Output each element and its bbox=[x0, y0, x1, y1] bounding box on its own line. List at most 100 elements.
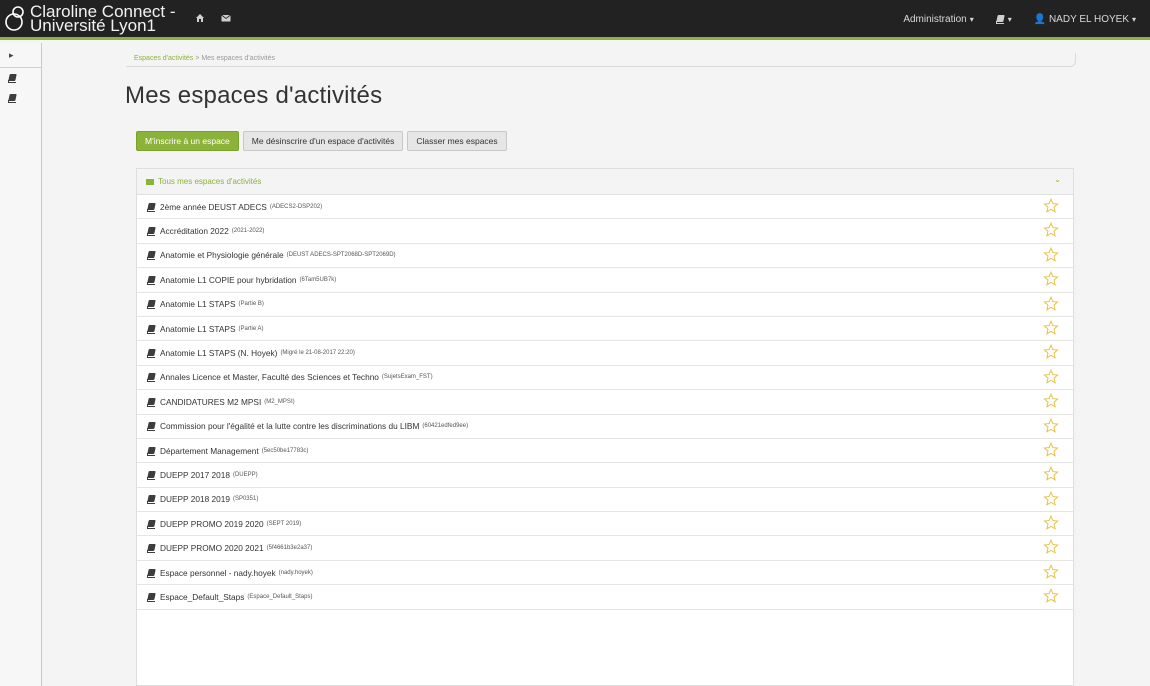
workspace-row[interactable]: 2ème année DEUST ADECS (ADECS2-DSP202) bbox=[137, 195, 1073, 220]
workspace-name[interactable]: Anatomie L1 STAPS (N. Hoyek) bbox=[160, 348, 277, 358]
workspace-row[interactable]: Espace_Default_Staps (Espace_Default_Stap… bbox=[137, 585, 1073, 610]
star-icon[interactable] bbox=[1043, 393, 1059, 409]
workspace-row[interactable]: Espace personnel - nady.hoyek (nady.hoyek… bbox=[137, 561, 1073, 586]
chevron-down-icon[interactable]: ⌄ bbox=[1054, 175, 1061, 184]
workspace-name[interactable]: Anatomie L1 STAPS bbox=[160, 324, 235, 334]
workspace-code: (M2_MPSI) bbox=[264, 398, 295, 405]
star-icon[interactable] bbox=[1043, 417, 1059, 434]
subscribe-button[interactable]: M'inscrire à un espace bbox=[136, 131, 239, 151]
workspace-name[interactable]: DUEPP PROMO 2019 2020 bbox=[160, 519, 264, 529]
claroline-logo-icon bbox=[5, 6, 24, 31]
app-title: Claroline Connect - Université Lyon1 bbox=[30, 2, 176, 35]
workspace-name[interactable]: DUEPP 2017 2018 bbox=[160, 470, 230, 480]
star-icon[interactable] bbox=[1043, 441, 1059, 458]
workspace-name[interactable]: Département Management bbox=[160, 446, 259, 456]
workspace-row[interactable]: Annales Licence et Master, Faculté des S… bbox=[137, 366, 1073, 391]
star-icon[interactable] bbox=[1043, 295, 1059, 312]
workspace-code: (5f4661b3e2a37) bbox=[266, 545, 313, 552]
user-icon: 👤 bbox=[1033, 14, 1047, 25]
workspaces-menu[interactable]: ▾ bbox=[995, 14, 1012, 25]
workspace-name[interactable]: DUEPP 2018 2019 bbox=[160, 494, 230, 504]
book-icon bbox=[147, 203, 156, 212]
workspace-name[interactable]: Anatomie L1 STAPS bbox=[160, 299, 235, 309]
workspace-code: (Partie B) bbox=[238, 301, 264, 308]
user-menu[interactable]: 👤 NADY EL HOYEK ▾ bbox=[1034, 14, 1136, 25]
top-navbar: Claroline Connect - Université Lyon1 Adm… bbox=[0, 0, 1150, 40]
book-icon bbox=[147, 373, 156, 383]
workspace-row[interactable]: Anatomie L1 COPIE pour hybridation (6Tam5… bbox=[137, 268, 1073, 293]
workspace-row[interactable]: Commission pour l'égalité et la lutte co… bbox=[137, 415, 1073, 439]
workspace-row[interactable]: CANDIDATURES M2 MPSI (M2_MPSI) bbox=[137, 390, 1073, 415]
administration-menu[interactable]: Administration ▾ bbox=[903, 14, 973, 25]
unsubscribe-button[interactable]: Me désinscrire d'un espace d'activités bbox=[242, 131, 404, 151]
book-icon bbox=[147, 276, 156, 285]
workspace-row[interactable]: Anatomie L1 STAPS (N. Hoyek) (Migré le 21… bbox=[137, 341, 1073, 366]
workspace-code: (Migré le 21-08-2017 22:20) bbox=[280, 350, 355, 357]
workspace-name[interactable]: Espace personnel - nady.hoyek bbox=[160, 568, 276, 578]
workspace-name[interactable]: CANDIDATURES M2 MPSI bbox=[160, 397, 261, 407]
workspace-code: (6Tam5UB7k) bbox=[299, 276, 337, 283]
workspace-name[interactable]: Espace_Default_Staps bbox=[160, 592, 244, 602]
sidebar-item-workspace[interactable] bbox=[0, 88, 42, 108]
brand[interactable]: Claroline Connect - Université Lyon1 bbox=[4, 2, 200, 35]
star-icon[interactable] bbox=[1043, 588, 1059, 604]
workspace-code: (Espace_Default_Staps) bbox=[247, 593, 313, 600]
star-icon[interactable] bbox=[1043, 490, 1059, 507]
caret-down-icon: ▾ bbox=[969, 15, 974, 24]
page-title: Mes espaces d'activités bbox=[125, 82, 383, 109]
workspace-list: 2ème année DEUST ADECS (ADECS2-DSP202) Ac… bbox=[137, 195, 1073, 610]
workspace-row[interactable]: DUEPP 2018 2019 (SP0351) bbox=[137, 488, 1073, 513]
workspace-name[interactable]: DUEPP PROMO 2020 2021 bbox=[160, 543, 264, 553]
sidebar-item-workspace[interactable] bbox=[0, 68, 42, 88]
workspace-code: (2021-2022) bbox=[231, 228, 265, 235]
book-icon bbox=[147, 227, 156, 237]
workspace-row[interactable]: DUEPP PROMO 2019 2020 (SEPT 2019) bbox=[137, 512, 1073, 537]
workspace-row[interactable]: Accréditation 2022 (2021-2022) bbox=[137, 219, 1073, 244]
workspace-code: (Partie A) bbox=[238, 325, 264, 332]
workspace-row[interactable]: DUEPP 2017 2018 (DUEPP) bbox=[137, 463, 1073, 488]
workspace-row[interactable]: Anatomie L1 STAPS (Partie B) bbox=[137, 293, 1073, 317]
sort-workspaces-button[interactable]: Classer mes espaces bbox=[407, 131, 507, 151]
star-icon[interactable] bbox=[1043, 466, 1059, 482]
star-icon[interactable] bbox=[1043, 563, 1059, 580]
workspace-name[interactable]: 2ème année DEUST ADECS bbox=[160, 202, 267, 212]
list-icon bbox=[146, 178, 154, 185]
breadcrumb-current: Mes espaces d'activités bbox=[201, 55, 276, 62]
star-icon[interactable] bbox=[1043, 319, 1059, 336]
star-icon[interactable] bbox=[1043, 222, 1059, 238]
star-icon[interactable] bbox=[1043, 515, 1059, 531]
left-sidebar: ▸ bbox=[0, 43, 42, 686]
star-icon[interactable] bbox=[1043, 344, 1059, 360]
star-icon[interactable] bbox=[1043, 271, 1059, 287]
star-icon[interactable] bbox=[1043, 198, 1059, 214]
book-icon bbox=[8, 74, 17, 83]
book-icon bbox=[147, 447, 156, 456]
panel-header[interactable]: Tous mes espaces d'activités ⌄ bbox=[137, 169, 1073, 195]
workspace-code: (DEUST ADECS-SPT2068D-SPT2069D) bbox=[286, 252, 396, 259]
book-icon bbox=[147, 544, 156, 554]
envelope-icon[interactable] bbox=[221, 13, 231, 23]
sidebar-toggle[interactable]: ▸ bbox=[0, 43, 42, 68]
star-icon[interactable] bbox=[1043, 539, 1059, 555]
breadcrumb: Espaces d'activités > Mes espaces d'acti… bbox=[126, 53, 1076, 67]
workspace-name[interactable]: Commission pour l'égalité et la lutte co… bbox=[160, 421, 419, 431]
workspace-row[interactable]: Département Management (5ec50be17783c) bbox=[137, 439, 1073, 464]
breadcrumb-link-workspaces[interactable]: Espaces d'activités bbox=[134, 55, 193, 62]
workspace-row[interactable]: Anatomie L1 STAPS (Partie A) bbox=[137, 317, 1073, 342]
nav-icons bbox=[195, 13, 231, 23]
workspace-name[interactable]: Anatomie L1 COPIE pour hybridation bbox=[160, 275, 297, 285]
panel-title: Tous mes espaces d'activités bbox=[158, 177, 262, 186]
book-icon bbox=[147, 349, 156, 359]
workspace-row[interactable]: Anatomie et Physiologie générale (DEUST A… bbox=[137, 244, 1073, 269]
star-icon[interactable] bbox=[1043, 368, 1059, 385]
home-icon[interactable] bbox=[195, 13, 205, 23]
workspace-name[interactable]: Annales Licence et Master, Faculté des S… bbox=[160, 372, 379, 382]
star-icon[interactable] bbox=[1043, 246, 1059, 263]
book-icon bbox=[8, 94, 17, 103]
workspace-name[interactable]: Anatomie et Physiologie générale bbox=[160, 250, 284, 260]
book-icon bbox=[147, 593, 156, 602]
book-icon bbox=[147, 398, 156, 407]
workspace-row[interactable]: DUEPP PROMO 2020 2021 (5f4661b3e2a37) bbox=[137, 536, 1073, 561]
workspace-name[interactable]: Accréditation 2022 bbox=[160, 226, 229, 236]
book-icon bbox=[147, 520, 156, 529]
